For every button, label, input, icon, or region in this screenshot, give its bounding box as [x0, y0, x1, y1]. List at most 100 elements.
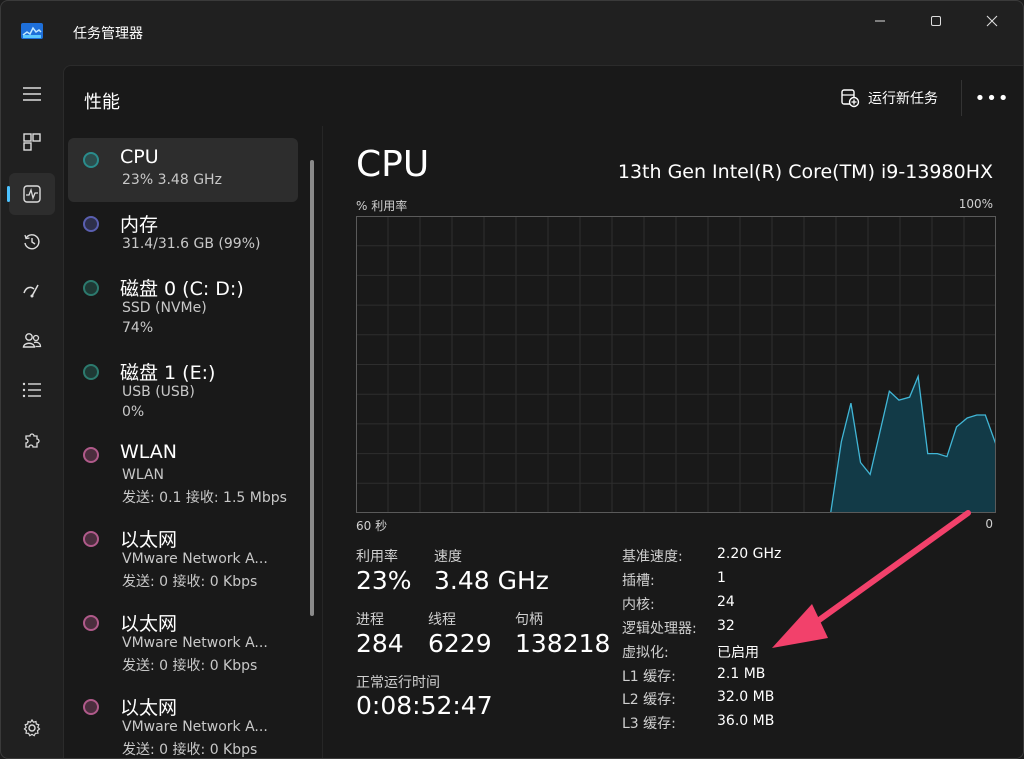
device-dot-icon [83, 152, 99, 168]
device-line-2: 74% [122, 320, 154, 336]
spec-key: 插槽: [622, 573, 655, 589]
device-name: CPU [120, 146, 159, 168]
nav-performance-button[interactable] [7, 173, 55, 215]
hamburger-icon [23, 87, 41, 101]
device-name: 磁盘 0 (C: D:) [120, 278, 244, 300]
device-line-1: 23% 3.48 GHz [122, 172, 222, 188]
device-line-1: VMware Network A... [122, 635, 268, 651]
spec-key: 虚拟化: [622, 645, 669, 661]
device-line-2: 发送: 0.1 接收: 1.5 Mbps [122, 490, 287, 506]
device-line-2: 发送: 0 接收: 0 Kbps [122, 658, 258, 674]
chart-area-fill [830, 376, 996, 513]
window-title: 任务管理器 [73, 26, 143, 42]
threads-label: 线程 [428, 612, 456, 628]
close-button[interactable] [969, 7, 1015, 35]
processes-label: 进程 [356, 612, 384, 628]
maximize-button[interactable] [913, 7, 959, 35]
device-dot-icon [83, 447, 99, 463]
spec-value: 32.0 MB [717, 689, 775, 705]
title-bar[interactable]: 任务管理器 [1, 1, 1023, 65]
chart-x-start-label: 60 秒 [356, 519, 388, 533]
nav-settings-button[interactable] [9, 707, 55, 749]
device-name: 磁盘 1 (E:) [120, 362, 216, 384]
header-separator [961, 80, 962, 116]
device-item-cpu[interactable]: CPU 23% 3.48 GHz [68, 138, 298, 202]
close-icon [986, 15, 998, 27]
device-dot-icon [83, 531, 99, 547]
device-item-wlan[interactable]: WLAN WLAN 发送: 0.1 接收: 1.5 Mbps [68, 435, 298, 515]
spec-key: 内核: [622, 597, 655, 613]
nav-app-history-button[interactable] [9, 221, 55, 263]
device-item-memory[interactable]: 内存 31.4/31.6 GB (99%) [68, 202, 298, 264]
device-item-disk-1[interactable]: 磁盘 1 (E:) USB (USB) 0% [68, 352, 298, 432]
device-line-2: 发送: 0 接收: 0 Kbps [122, 574, 258, 590]
spec-key: 逻辑处理器: [622, 621, 697, 637]
hamburger-menu-button[interactable] [9, 73, 55, 115]
device-name: 以太网 [120, 697, 178, 719]
nav-users-button[interactable] [9, 319, 55, 361]
spec-value: 2.20 GHz [717, 546, 782, 562]
device-line-1: USB (USB) [122, 384, 195, 400]
device-line-1: 31.4/31.6 GB (99%) [122, 236, 261, 252]
threads-value: 6229 [428, 629, 492, 658]
spec-value: 32 [717, 618, 735, 634]
handles-value: 138218 [515, 629, 611, 658]
device-dot-icon [83, 216, 99, 232]
spec-key: L3 缓存: [622, 716, 676, 732]
device-item-ethernet-1[interactable]: 以太网 VMware Network A... 发送: 0 接收: 0 Kbps [68, 519, 298, 599]
device-line-2: 0% [122, 404, 145, 420]
device-item-ethernet-2[interactable]: 以太网 VMware Network A... 发送: 0 接收: 0 Kbps [68, 603, 298, 683]
users-icon [22, 333, 42, 348]
chart-y-max-label: 100% [958, 197, 993, 211]
device-dot-icon [83, 280, 99, 296]
device-item-ethernet-3[interactable]: 以太网 VMware Network A... 发送: 0 接收: 0 Kbps [68, 687, 298, 758]
task-manager-icon [21, 23, 43, 39]
services-puzzle-icon [25, 433, 40, 448]
device-name: 内存 [120, 214, 159, 236]
page-title: 性能 [84, 92, 120, 113]
run-task-icon [841, 89, 860, 108]
detail-title: CPU [356, 144, 430, 185]
uptime-value: 0:08:52:47 [356, 691, 493, 720]
spec-key: L1 缓存: [622, 669, 676, 685]
device-list-scrollbar[interactable] [310, 160, 314, 616]
processes-value: 284 [356, 629, 404, 658]
minimize-button[interactable] [857, 7, 903, 35]
nav-processes-button[interactable] [9, 121, 55, 163]
device-dot-icon [83, 699, 99, 715]
nav-services-button[interactable] [9, 419, 55, 461]
run-new-task-label: 运行新任务 [868, 91, 938, 107]
more-options-button[interactable]: ••• [975, 84, 1009, 112]
device-dot-icon [83, 615, 99, 631]
spec-value-virtualization: 已启用 [717, 645, 759, 661]
processes-grid-icon [23, 133, 41, 151]
cpu-model-name: 13th Gen Intel(R) Core(TM) i9-13980HX [617, 161, 993, 183]
speed-label: 速度 [434, 549, 462, 565]
device-line-1: WLAN [122, 467, 165, 483]
utilization-value: 23% [356, 566, 412, 595]
startup-speedometer-icon [23, 284, 39, 298]
cpu-utilization-chart [356, 216, 996, 513]
chart-y-label: % 利用率 [356, 199, 408, 213]
panel-divider [322, 126, 323, 758]
spec-key: 基准速度: [622, 549, 683, 565]
chart-x-end-label: 0 [985, 517, 993, 531]
spec-key: L2 缓存: [622, 692, 676, 708]
speed-value: 3.48 GHz [434, 566, 549, 595]
device-list: CPU 23% 3.48 GHz 内存 31.4/31.6 GB (99%) 磁… [68, 138, 302, 758]
settings-gear-icon [23, 718, 41, 737]
utilization-label: 利用率 [356, 549, 398, 565]
run-new-task-button[interactable]: 运行新任务 [840, 86, 938, 110]
history-icon [24, 234, 40, 250]
device-name: 以太网 [120, 613, 178, 635]
maximize-icon [931, 16, 941, 26]
spec-value: 36.0 MB [717, 713, 775, 729]
device-name: WLAN [120, 441, 178, 463]
performance-panel: 性能 运行新任务 ••• CPU 23% 3.48 GHz 内存 31.4/31… [63, 65, 1023, 758]
nav-startup-button[interactable] [9, 269, 55, 311]
device-item-disk-0[interactable]: 磁盘 0 (C: D:) SSD (NVMe) 74% [68, 268, 298, 348]
handles-label: 句柄 [515, 612, 543, 628]
device-line-1: SSD (NVMe) [122, 300, 207, 316]
nav-details-button[interactable] [9, 369, 55, 411]
device-line-1: VMware Network A... [122, 719, 268, 735]
